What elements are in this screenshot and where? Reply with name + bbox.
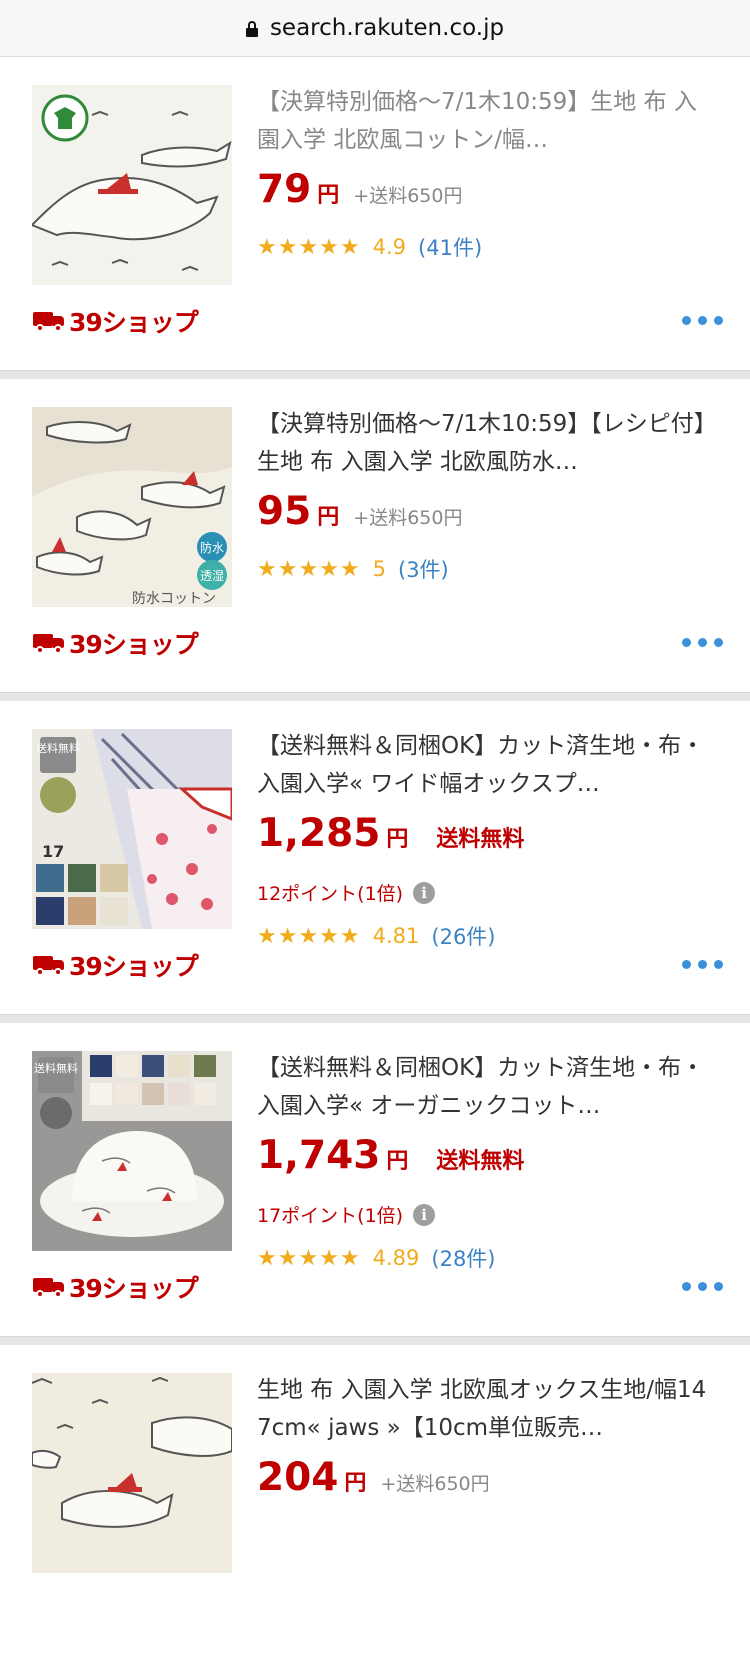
product-title[interactable]: 【送料無料＆同梱OK】カット済生地・布・入園入学« オーガニックコット… (257, 1049, 717, 1125)
points-row: 17ポイント(1倍) i (257, 1201, 436, 1228)
product-image[interactable] (32, 1373, 232, 1573)
rating-score: 5 (372, 557, 386, 581)
price: 204 (257, 1455, 339, 1500)
price: 79 (257, 167, 312, 212)
review-count[interactable]: (3件) (398, 554, 449, 584)
shop39-label: 39ショップ (69, 630, 199, 659)
review-count[interactable]: (26件) (431, 921, 495, 951)
price-unit: 円 (317, 183, 340, 208)
shop39-label: 39ショップ (69, 952, 199, 981)
rating-score: 4.81 (372, 924, 420, 948)
price-unit: 円 (344, 1471, 367, 1496)
truck-icon (33, 954, 65, 976)
image-badge: 送料無料 (34, 1061, 78, 1075)
price-row: 1,285 円 送料無料 (257, 811, 524, 856)
divider (0, 1336, 750, 1345)
star-rating: ★★★★★ (257, 923, 361, 949)
points-row: 12ポイント(1倍) i (257, 879, 436, 906)
divider (0, 692, 750, 701)
lock-icon (245, 21, 258, 37)
price-unit: 円 (317, 505, 340, 530)
price-row: 204 円 +送料650円 (257, 1455, 490, 1500)
price: 1,285 (257, 811, 381, 856)
product-item[interactable]: 生地 布 入園入学 北欧風オックス生地/幅147cm« jaws »【10cm単… (0, 1345, 750, 1658)
product-item[interactable]: 防水 透湿 防水コットン 【決算特別価格～7/1木10:59】【レシピ付】生地 … (0, 379, 750, 692)
product-item[interactable]: 送料無料 【送料無料＆同梱OK】カット済生地・布・入園入学« オーガニックコット… (0, 1023, 750, 1336)
shop39-badge: 39ショップ (33, 625, 199, 661)
points-text: 17ポイント(1倍) (257, 1205, 404, 1227)
product-title[interactable]: 【送料無料＆同梱OK】カット済生地・布・入園入学« ワイド幅オックスプ… (257, 727, 717, 803)
product-title[interactable]: 【決算特別価格～7/1木10:59】【レシピ付】生地 布 入園入学 北欧風防水… (257, 405, 717, 481)
product-item[interactable]: 送料無料 17 【送料無料＆同梱OK】カット済生地・布・入園入学« ワイド幅オッ… (0, 701, 750, 1014)
shop39-badge: 39ショップ (33, 947, 199, 983)
free-shipping-label: 送料無料 (436, 827, 525, 852)
info-icon[interactable]: i (413, 1203, 436, 1226)
rating[interactable]: ★★★★★ 4.89 (28件) (257, 1243, 496, 1273)
product-image[interactable]: 送料無料 17 (32, 729, 232, 929)
rating-score: 4.9 (372, 235, 407, 259)
star-rating: ★★★★★ (257, 556, 361, 582)
more-dots-icon[interactable] (682, 638, 723, 647)
rating[interactable]: ★★★★★ 4.81 (26件) (257, 921, 496, 951)
rating[interactable]: ★★★★★ 5 (3件) (257, 554, 449, 584)
waterproof-badge: 防水 (200, 540, 224, 555)
price-row: 1,743 円 送料無料 (257, 1133, 524, 1178)
image-badge: 送料無料 (36, 741, 80, 755)
rating-score: 4.89 (372, 1246, 420, 1270)
product-title[interactable]: 【決算特別価格～7/1木10:59】生地 布 入園入学 北欧風コットン/幅… (257, 83, 717, 159)
truck-icon (33, 310, 65, 332)
product-list: 【決算特別価格～7/1木10:59】生地 布 入園入学 北欧風コットン/幅… 7… (0, 57, 750, 1658)
url-text: search.rakuten.co.jp (269, 15, 505, 41)
product-item[interactable]: 【決算特別価格～7/1木10:59】生地 布 入園入学 北欧風コットン/幅… 7… (0, 57, 750, 370)
shop39-label: 39ショップ (69, 308, 199, 337)
breathable-badge: 透湿 (200, 568, 224, 583)
rating[interactable]: ★★★★★ 4.9 (41件) (257, 232, 482, 262)
shop39-badge: 39ショップ (33, 1269, 199, 1305)
review-count[interactable]: (41件) (418, 232, 482, 262)
browser-url-bar[interactable]: search.rakuten.co.jp (0, 0, 750, 57)
more-dots-icon[interactable] (682, 960, 723, 969)
price-unit: 円 (386, 1149, 409, 1174)
review-count[interactable]: (28件) (431, 1243, 495, 1273)
shipping-cost: +送料650円 (353, 185, 463, 207)
more-dots-icon[interactable] (682, 316, 723, 325)
shipping-cost: +送料650円 (353, 507, 463, 529)
image-caption: 防水コットン (132, 591, 216, 607)
product-image[interactable] (32, 85, 232, 285)
shipping-cost: +送料650円 (380, 1473, 490, 1495)
product-image[interactable]: 防水 透湿 防水コットン (32, 407, 232, 607)
product-title[interactable]: 生地 布 入園入学 北欧風オックス生地/幅147cm« jaws »【10cm単… (257, 1371, 717, 1447)
star-rating: ★★★★★ (257, 1245, 361, 1271)
star-rating: ★★★★★ (257, 234, 361, 260)
truck-icon (33, 1276, 65, 1298)
price-row: 79 円 +送料650円 (257, 167, 462, 212)
product-image[interactable]: 送料無料 (32, 1051, 232, 1251)
divider (0, 370, 750, 379)
divider (0, 1014, 750, 1023)
price-row: 95 円 +送料650円 (257, 489, 462, 534)
image-number: 17 (42, 842, 64, 861)
price: 95 (257, 489, 312, 534)
shop39-badge: 39ショップ (33, 303, 199, 339)
more-dots-icon[interactable] (682, 1282, 723, 1291)
free-shipping-label: 送料無料 (436, 1149, 525, 1174)
price-unit: 円 (386, 827, 409, 852)
price: 1,743 (257, 1133, 381, 1178)
shop39-label: 39ショップ (69, 1274, 199, 1303)
truck-icon (33, 632, 65, 654)
points-text: 12ポイント(1倍) (257, 883, 404, 905)
info-icon[interactable]: i (413, 881, 436, 904)
